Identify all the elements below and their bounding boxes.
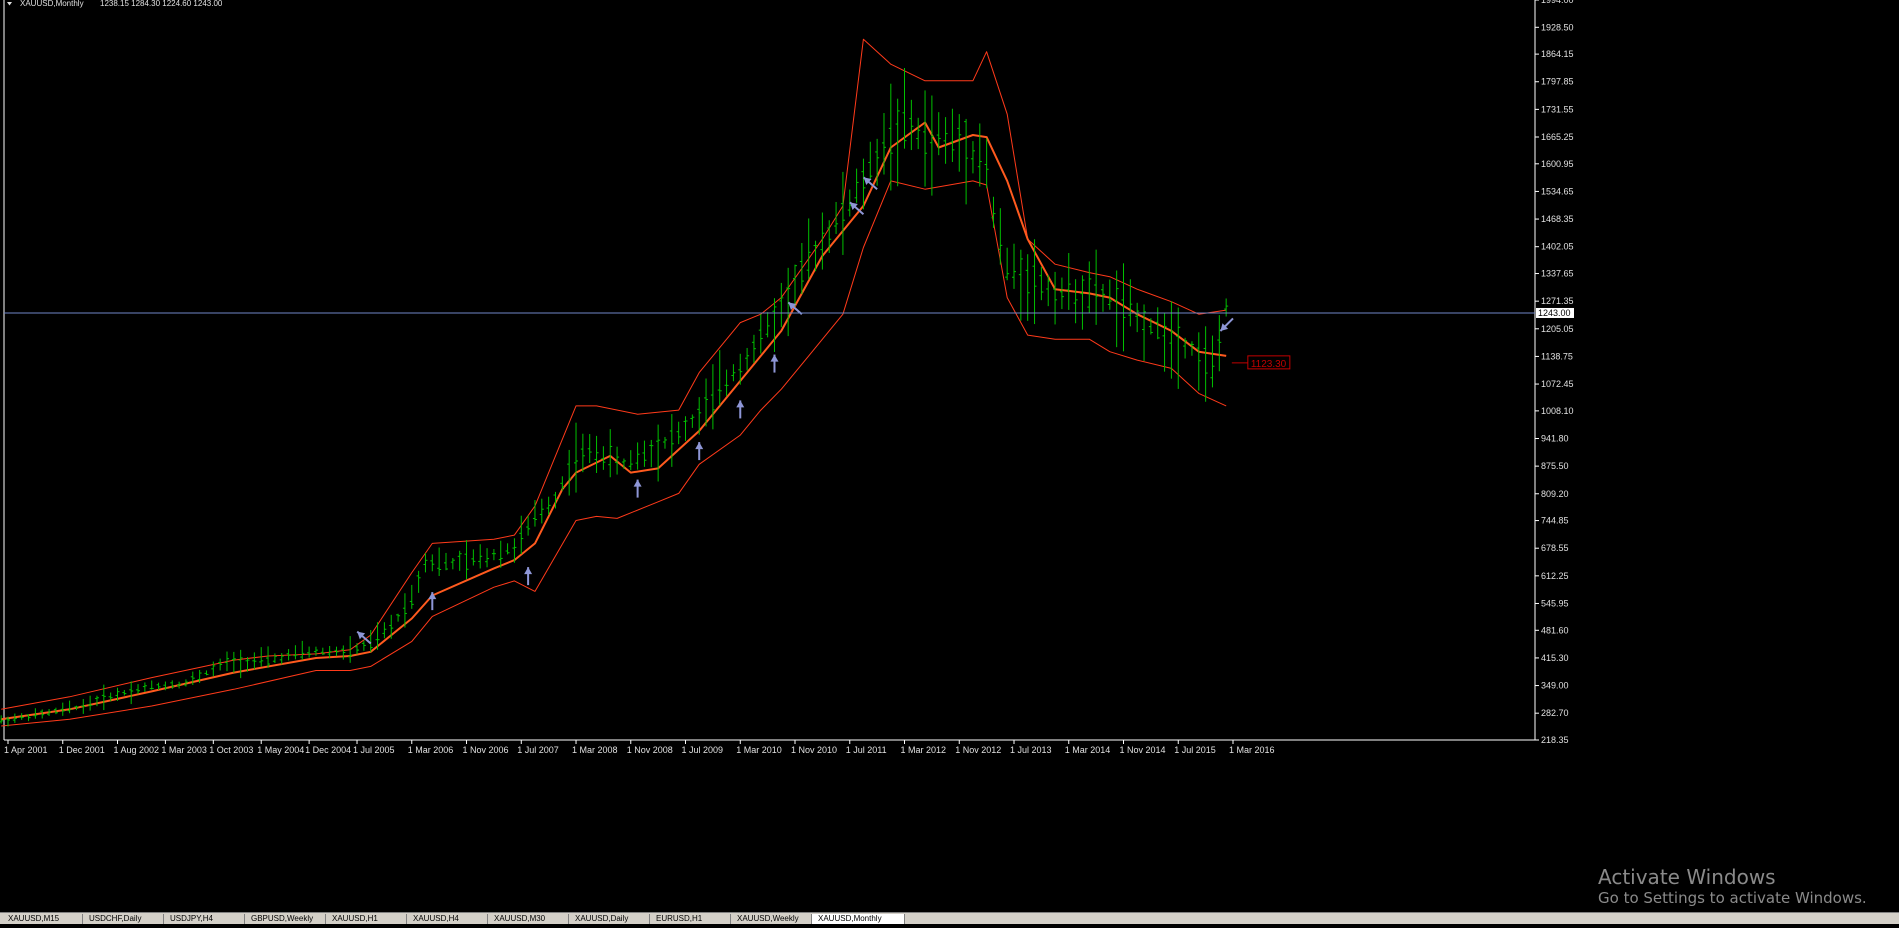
current-price-label: 1243.00 — [1538, 308, 1571, 318]
y-tick-label: 1072.45 — [1541, 379, 1574, 389]
x-tick-label: 1 Dec 2001 — [59, 745, 105, 755]
arrow-head-icon — [736, 400, 745, 408]
y-tick-label: 612.25 — [1541, 571, 1569, 581]
x-tick-label: 1 Jul 2009 — [682, 745, 724, 755]
y-tick-label: 1271.35 — [1541, 296, 1574, 306]
x-tick-label: 1 Mar 2016 — [1229, 745, 1275, 755]
y-tick-label: 1665.25 — [1541, 132, 1574, 142]
arrow-head-icon — [524, 567, 533, 575]
y-tick-label: 282.70 — [1541, 708, 1569, 718]
chart-area[interactable]: 1994.00 1928.50 1864.15 1797.85 1731.55 1665.… — [0, 0, 1899, 923]
y-tick-label: 1402.05 — [1541, 242, 1574, 252]
x-tick-label: 1 Nov 2012 — [955, 745, 1001, 755]
y-tick-label: 1468.35 — [1541, 214, 1574, 224]
x-tick-label: 1 Apr 2001 — [4, 745, 48, 755]
y-tick-label: 1600.95 — [1541, 159, 1574, 169]
chart-ohlc-label: 1238.15 1284.30 1224.60 1243.00 — [100, 0, 223, 8]
y-tick-label: 1138.75 — [1541, 351, 1573, 361]
watermark-title: Activate Windows — [1598, 865, 1776, 889]
dropdown-triangle-icon[interactable] — [7, 2, 12, 6]
watermark-subtitle: Go to Settings to activate Windows. — [1598, 889, 1867, 907]
windows-activation-watermark: Activate Windows Go to Settings to activ… — [1598, 865, 1867, 907]
y-tick-label: 1337.65 — [1541, 269, 1574, 279]
x-tick-label: 1 Jul 2007 — [517, 745, 559, 755]
x-tick-label: 1 Nov 2010 — [791, 745, 837, 755]
arrow-head-icon — [428, 592, 437, 600]
y-tick-label: 1797.85 — [1541, 77, 1574, 87]
ma-value-label: 1123.30 — [1251, 359, 1287, 370]
x-tick-label: 1 Nov 2008 — [627, 745, 673, 755]
y-tick-label: 678.55 — [1541, 543, 1569, 553]
x-tick-label: 1 Jul 2015 — [1174, 745, 1216, 755]
y-tick-label: 1994.00 — [1541, 0, 1574, 5]
x-tick-label: 1 Oct 2003 — [209, 745, 253, 755]
x-tick-label: 1 Jul 2005 — [353, 745, 395, 755]
x-tick-label: 1 May 2004 — [257, 745, 304, 755]
y-tick-label: 1205.05 — [1541, 324, 1574, 334]
x-tick-label: 1 Jul 2013 — [1010, 745, 1052, 755]
x-tick-label: 1 Jul 2011 — [846, 745, 887, 755]
x-tick-label: 1 Nov 2014 — [1120, 745, 1166, 755]
x-tick-label: 1 Mar 2010 — [736, 745, 782, 755]
y-tick-label: 1534.65 — [1541, 186, 1574, 196]
middle-band-line — [1, 121, 1227, 721]
x-tick-label: 1 Mar 2014 — [1065, 745, 1111, 755]
arrow-head-icon — [633, 479, 642, 487]
y-tick-label: 481.60 — [1541, 625, 1569, 635]
y-tick-label: 941.80 — [1541, 434, 1569, 444]
arrow-head-icon — [695, 442, 704, 450]
y-tick-label: 415.30 — [1541, 653, 1569, 663]
y-tick-label: 1008.10 — [1541, 406, 1574, 416]
x-tick-label: 1 Mar 2006 — [408, 745, 454, 755]
y-tick-label: 875.50 — [1541, 461, 1569, 471]
x-tick-label: 1 Mar 2008 — [572, 745, 618, 755]
y-tick-label: 1731.55 — [1541, 104, 1574, 114]
y-tick-label: 809.20 — [1541, 489, 1569, 499]
y-tick-label: 1864.15 — [1541, 49, 1574, 59]
y-tick-label: 218.35 — [1541, 735, 1569, 745]
lower-band-line — [1, 180, 1227, 727]
y-tick-label: 1928.50 — [1541, 22, 1574, 32]
y-tick-label: 545.95 — [1541, 598, 1569, 608]
price-chart[interactable]: 1994.00 1928.50 1864.15 1797.85 1731.55 1665.… — [0, 0, 1899, 923]
upper-band-line — [1, 38, 1227, 710]
arrow-head-icon — [770, 354, 779, 362]
x-tick-label: 1 Aug 2002 — [113, 745, 159, 755]
x-tick-label: 1 Mar 2003 — [161, 745, 207, 755]
chart-symbol-label: XAUUSD,Monthly — [20, 0, 84, 8]
x-tick-label: 1 Nov 2006 — [463, 745, 509, 755]
chart-tab-bar: XAUUSD,M15 USDCHF,Daily USDJPY,H4 GBPUSD,We… — [0, 912, 1899, 924]
x-tick-label: 1 Dec 2004 — [305, 745, 351, 755]
x-tick-label: 1 Mar 2012 — [901, 745, 947, 755]
y-tick-label: 349.00 — [1541, 681, 1569, 691]
y-tick-label: 744.85 — [1541, 516, 1569, 526]
